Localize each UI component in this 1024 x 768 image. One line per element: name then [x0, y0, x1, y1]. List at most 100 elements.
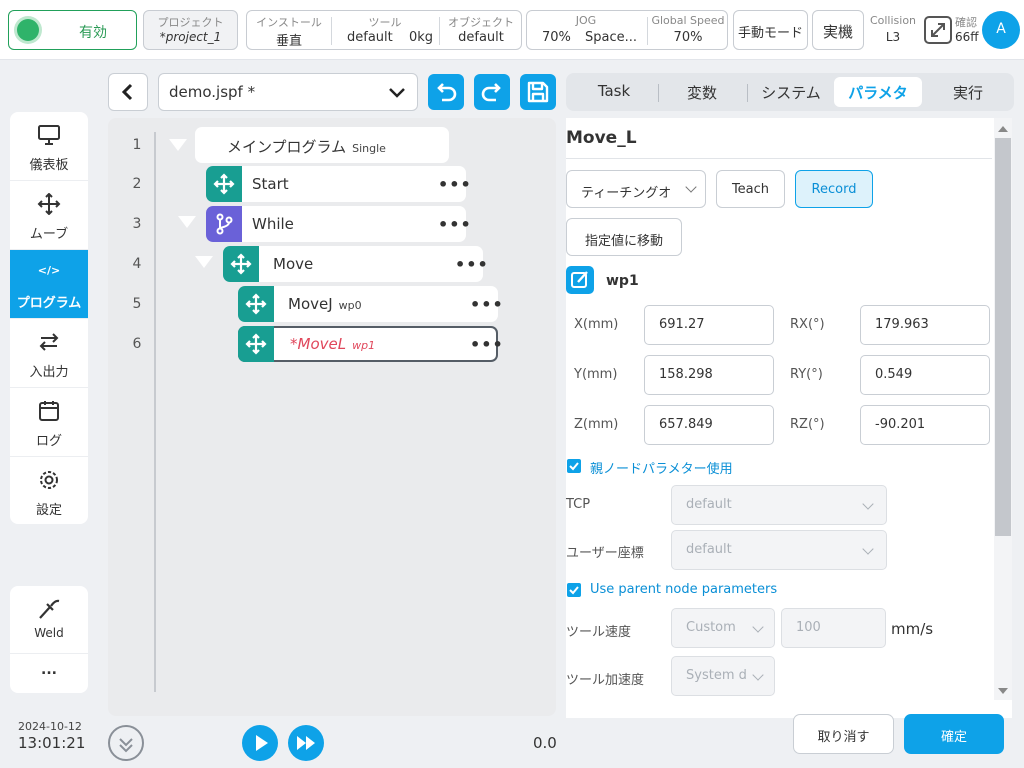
chevron-down-circle-icon — [119, 738, 133, 753]
play-button[interactable] — [242, 725, 278, 761]
x-input[interactable]: 691.27 — [644, 305, 774, 345]
line-number: 3 — [132, 216, 142, 232]
node-menu-icon[interactable]: ••• — [438, 215, 472, 234]
real-machine-button[interactable]: 実機 — [812, 10, 864, 50]
teaching-mode-value: ティーチングオ — [581, 186, 672, 201]
node-menu-icon[interactable]: ••• — [455, 255, 489, 274]
object-label: オブジェクト — [448, 16, 514, 29]
back-button[interactable] — [108, 73, 148, 111]
rz-input[interactable]: -90.201 — [860, 405, 990, 445]
install-value: 垂直 — [275, 34, 302, 49]
expand-icon[interactable] — [924, 16, 952, 44]
tab-parameters[interactable]: パラメタ — [834, 77, 922, 107]
enable-toggle[interactable]: 有効 — [8, 10, 137, 50]
tree-node-start[interactable]: Start ••• — [206, 166, 471, 202]
nav-item-settings[interactable]: 設定 — [10, 457, 88, 524]
tool-speed-input: 100 — [781, 608, 886, 648]
tree-node-movej[interactable]: MoveJ wp0 ••• — [238, 286, 503, 322]
use-parent-params-checkbox[interactable] — [567, 583, 581, 597]
step-button[interactable] — [288, 725, 324, 761]
move-node-icon — [238, 286, 274, 322]
rx-input[interactable]: 179.963 — [860, 305, 990, 345]
redo-button[interactable] — [474, 74, 510, 110]
nav-item-more[interactable]: ... — [10, 654, 88, 693]
tool-accel-mode-select: System d — [671, 656, 775, 696]
file-name: demo.jspf * — [169, 83, 256, 101]
install-tool-box[interactable]: インストール 垂直 ツール default 0kg オブジェクト default — [246, 10, 522, 50]
project-label: プロジェクト — [157, 16, 224, 29]
y-input[interactable]: 158.298 — [644, 355, 774, 395]
scroll-down-button[interactable] — [108, 725, 144, 761]
jog-speed: 70% — [542, 30, 571, 45]
collapse-triangle-icon[interactable] — [169, 139, 187, 151]
teaching-mode-select[interactable]: ティーチングオ — [566, 170, 706, 208]
nav-item-log[interactable]: ログ — [10, 388, 88, 457]
scrollbar-thumb[interactable] — [995, 138, 1011, 536]
chevron-down-icon — [752, 669, 764, 681]
save-button[interactable] — [520, 74, 556, 110]
avatar[interactable]: A — [982, 11, 1020, 49]
ry-label: RY(°) — [790, 367, 823, 382]
nav-item-io[interactable]: 入出力 — [10, 319, 88, 388]
move-to-target-button[interactable]: 指定値に移動 — [566, 218, 682, 256]
scroll-down-arrow-icon[interactable] — [994, 684, 1012, 698]
tree-node-while[interactable]: While ••• — [206, 206, 471, 242]
swap-icon — [39, 333, 59, 351]
node-name: MoveJ wp0 — [288, 295, 362, 313]
jog-label: JOG — [575, 14, 597, 27]
file-select[interactable]: demo.jspf * — [158, 73, 418, 111]
parent-params-checkbox[interactable] — [567, 459, 581, 473]
play-icon — [256, 735, 268, 751]
confirm-value: 66ff — [955, 30, 979, 44]
tab-task[interactable]: Task — [578, 73, 650, 111]
user-coord-value: default — [686, 542, 732, 557]
jog-speed-box[interactable]: JOG 70% Space... Global Speed 70% — [526, 10, 728, 50]
node-menu-icon[interactable]: ••• — [470, 295, 504, 314]
undo-button[interactable] — [428, 74, 464, 110]
tool-value: default — [347, 30, 393, 45]
tree-node-move[interactable]: Move ••• — [223, 246, 488, 282]
edit-waypoint-button[interactable] — [566, 266, 594, 294]
panel-title: Move_L — [566, 128, 637, 148]
ok-button[interactable]: 確定 — [904, 714, 1004, 754]
object-value: default — [458, 30, 504, 45]
nav-item-program[interactable]: </> プログラム — [10, 250, 88, 319]
project-box[interactable]: プロジェクト *project_1 — [143, 10, 238, 50]
line-number: 5 — [132, 296, 142, 312]
scroll-up-arrow-icon[interactable] — [994, 122, 1012, 136]
panel-scrollbar[interactable] — [994, 118, 1012, 700]
nav-item-weld[interactable]: Weld — [10, 586, 88, 654]
tab-system[interactable]: システム — [752, 73, 830, 111]
collapse-triangle-icon[interactable] — [178, 216, 196, 228]
tab-run[interactable]: 実行 — [932, 73, 1004, 111]
use-parent-params-label: Use parent node parameters — [590, 582, 778, 597]
record-button[interactable]: Record — [795, 170, 873, 208]
line-number: 1 — [132, 137, 142, 153]
footer-time: 13:01:21 — [18, 734, 86, 752]
nav-label-io: 入出力 — [29, 365, 69, 380]
node-menu-icon[interactable]: ••• — [470, 335, 504, 354]
manual-mode-button[interactable]: 手動モード — [733, 10, 808, 50]
nav-item-move[interactable]: ムーブ — [10, 181, 88, 250]
save-icon — [527, 81, 549, 103]
nav-label-weld: Weld — [34, 626, 64, 640]
nav-item-dashboard[interactable]: 儀表板 — [10, 112, 88, 181]
collapse-triangle-icon[interactable] — [195, 256, 213, 268]
global-speed-value: 70% — [673, 30, 703, 45]
tab-variables[interactable]: 変数 — [666, 73, 738, 111]
node-menu-icon[interactable]: ••• — [438, 175, 472, 194]
waypoint-name: wp1 — [606, 273, 639, 289]
line-number: 6 — [132, 336, 142, 352]
node-name: メインプログラム Single — [227, 138, 386, 156]
cancel-button[interactable]: 取り消す — [793, 714, 894, 754]
line-number: 4 — [132, 256, 142, 272]
tree-node-main[interactable]: メインプログラム Single — [195, 127, 449, 163]
teach-button[interactable]: Teach — [716, 170, 785, 208]
ry-input[interactable]: 0.549 — [860, 355, 990, 395]
node-name: *MoveL wp1 — [290, 335, 376, 353]
chevron-down-icon — [862, 543, 874, 555]
rz-label: RZ(°) — [790, 417, 825, 432]
z-input[interactable]: 657.849 — [644, 405, 774, 445]
tree-node-movel[interactable]: *MoveL wp1 ••• — [238, 326, 503, 362]
gear-icon — [40, 471, 58, 489]
